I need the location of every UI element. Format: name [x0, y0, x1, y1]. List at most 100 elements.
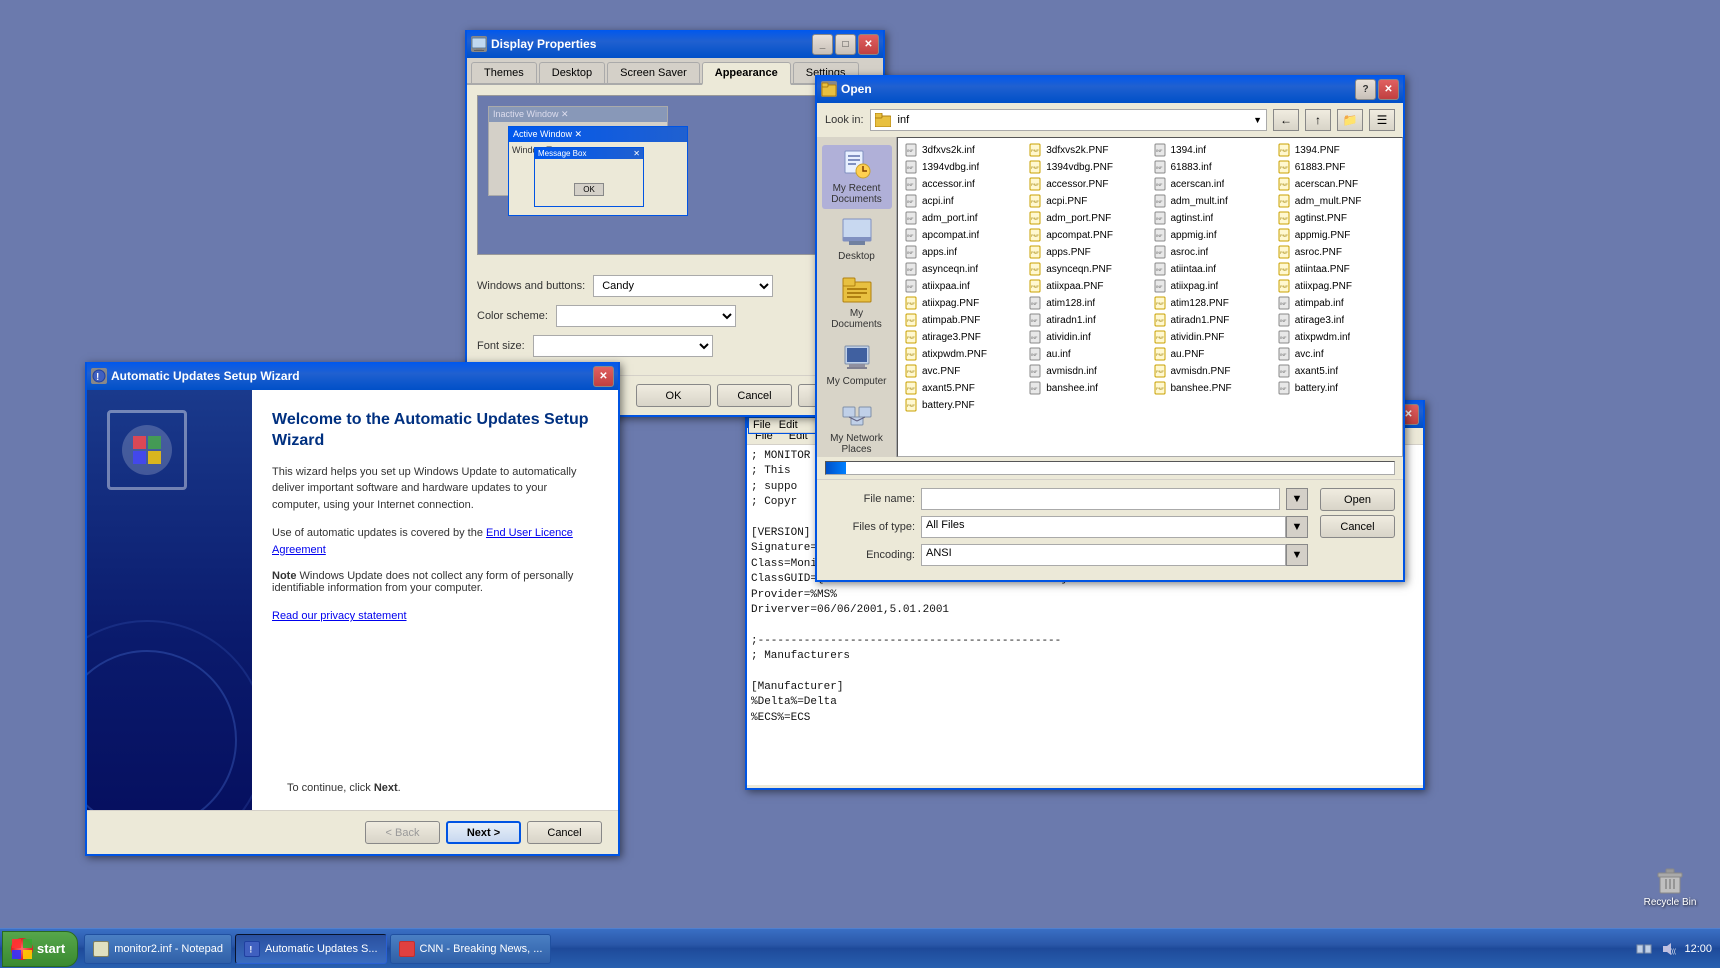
file-item[interactable]: INF battery.inf [1275, 380, 1398, 396]
file-item[interactable]: PNF axant5.PNF [902, 380, 1025, 396]
sidebar-computer[interactable]: My Computer [822, 338, 892, 391]
sidebar-documents[interactable]: My Documents [822, 270, 892, 334]
file-item[interactable]: PNF acpi.PNF [1026, 193, 1149, 209]
file-item[interactable]: PNF atiixpaa.PNF [1026, 278, 1149, 294]
file-item[interactable]: INF atirage3.inf [1275, 312, 1398, 328]
file-item[interactable]: PNF apps.PNF [1026, 244, 1149, 260]
file-item[interactable]: PNF 1394.PNF [1275, 142, 1398, 158]
sidebar-recent[interactable]: My Recent Documents [822, 145, 892, 209]
open-dialog-help[interactable]: ? [1355, 79, 1376, 100]
file-item[interactable]: INF 1394vdbg.inf [902, 159, 1025, 175]
open-button[interactable]: Open [1320, 488, 1395, 511]
encoding-dropdown[interactable]: ▼ [1286, 544, 1308, 566]
file-item[interactable]: PNF atiixpag.PNF [1275, 278, 1398, 294]
sidebar-network[interactable]: My Network Places [822, 395, 892, 459]
file-item[interactable]: INF atividin.inf [1026, 329, 1149, 345]
file-item[interactable]: INF adm_port.inf [902, 210, 1025, 226]
look-in-select[interactable]: inf ▼ [870, 109, 1267, 131]
file-item[interactable]: INF adm_mult.inf [1151, 193, 1274, 209]
wizard-back-button[interactable]: < Back [365, 821, 440, 844]
file-item[interactable]: PNF accessor.PNF [1026, 176, 1149, 192]
tab-desktop[interactable]: Desktop [539, 62, 605, 83]
file-item[interactable]: PNF au.PNF [1151, 346, 1274, 362]
file-item[interactable]: INF acerscan.inf [1151, 176, 1274, 192]
wizard-next-button[interactable]: Next > [446, 821, 521, 844]
file-item[interactable]: PNF atiradn1.PNF [1151, 312, 1274, 328]
files-of-type-dropdown[interactable]: ▼ [1286, 516, 1308, 538]
file-item[interactable]: INF atim128.inf [1026, 295, 1149, 311]
file-item[interactable]: PNF adm_mult.PNF [1275, 193, 1398, 209]
file-item[interactable]: INF atiixpaa.inf [902, 278, 1025, 294]
display-props-ok[interactable]: OK [636, 384, 711, 407]
file-item[interactable]: INF appmig.inf [1151, 227, 1274, 243]
file-item[interactable]: INF 3dfxvs2k.inf [902, 142, 1025, 158]
file-item[interactable]: INF atiixpag.inf [1151, 278, 1274, 294]
file-item[interactable]: PNF battery.PNF [902, 397, 1025, 413]
file-item[interactable]: PNF acerscan.PNF [1275, 176, 1398, 192]
display-props-close[interactable]: ✕ [858, 34, 879, 55]
file-item[interactable]: INF au.inf [1026, 346, 1149, 362]
tab-appearance[interactable]: Appearance [702, 62, 791, 85]
display-props-cancel[interactable]: Cancel [717, 384, 792, 407]
file-item[interactable]: PNF atividin.PNF [1151, 329, 1274, 345]
file-item[interactable]: PNF avmisdn.PNF [1151, 363, 1274, 379]
file-item[interactable]: PNF 3dfxvs2k.PNF [1026, 142, 1149, 158]
display-props-title-bar[interactable]: Display Properties _ □ ✕ [467, 30, 883, 58]
display-props-minimize[interactable]: _ [812, 34, 833, 55]
open-dialog-cancel[interactable]: Cancel [1320, 515, 1395, 538]
sidebar-desktop[interactable]: Desktop [822, 213, 892, 266]
file-name-input[interactable] [921, 488, 1280, 510]
back-button[interactable]: ← [1273, 109, 1299, 131]
file-item[interactable]: PNF apcompat.PNF [1026, 227, 1149, 243]
file-item[interactable]: INF avc.inf [1275, 346, 1398, 362]
windows-buttons-select[interactable]: Candy [593, 275, 773, 297]
file-item[interactable]: PNF atimpab.PNF [902, 312, 1025, 328]
file-item[interactable]: INF atiradn1.inf [1026, 312, 1149, 328]
file-item[interactable]: PNF 1394vdbg.PNF [1026, 159, 1149, 175]
file-item[interactable]: PNF atirage3.PNF [902, 329, 1025, 345]
file-item[interactable]: INF acpi.inf [902, 193, 1025, 209]
file-item[interactable]: PNF atiixpag.PNF [902, 295, 1025, 311]
file-item[interactable]: PNF asynceqn.PNF [1026, 261, 1149, 277]
monitor-mini-file[interactable]: File [749, 418, 775, 432]
file-name-dropdown[interactable]: ▼ [1286, 488, 1308, 510]
file-item[interactable]: INF atixpwdm.inf [1275, 329, 1398, 345]
start-button[interactable]: start [2, 931, 78, 967]
wizard-privacy-link[interactable]: Read our privacy statement [272, 610, 407, 622]
file-item[interactable]: INF banshee.inf [1026, 380, 1149, 396]
tab-themes[interactable]: Themes [471, 62, 537, 83]
file-item[interactable]: PNF banshee.PNF [1151, 380, 1274, 396]
file-item[interactable]: PNF adm_port.PNF [1026, 210, 1149, 226]
file-item[interactable]: INF atimpab.inf [1275, 295, 1398, 311]
display-props-maximize[interactable]: □ [835, 34, 856, 55]
taskbar-notepad[interactable]: monitor2.inf - Notepad [84, 934, 232, 964]
wizard-title-bar[interactable]: ! Automatic Updates Setup Wizard ✕ [87, 362, 618, 390]
monitor-mini-edit[interactable]: Edit [775, 418, 802, 432]
file-item[interactable]: PNF agtinst.PNF [1275, 210, 1398, 226]
view-button[interactable]: ☰ [1369, 109, 1395, 131]
file-item[interactable]: INF asynceqn.inf [902, 261, 1025, 277]
file-item[interactable]: INF asroc.inf [1151, 244, 1274, 260]
new-folder-button[interactable]: 📁 [1337, 109, 1363, 131]
file-item[interactable]: PNF asroc.PNF [1275, 244, 1398, 260]
open-dialog-title-bar[interactable]: Open ? ✕ [817, 75, 1403, 103]
file-item[interactable]: PNF atiintaa.PNF [1275, 261, 1398, 277]
file-item[interactable]: INF 1394.inf [1151, 142, 1274, 158]
wizard-cancel-button[interactable]: Cancel [527, 821, 602, 844]
file-item[interactable]: INF axant5.inf [1275, 363, 1398, 379]
up-button[interactable]: ↑ [1305, 109, 1331, 131]
file-item[interactable]: PNF avc.PNF [902, 363, 1025, 379]
taskbar-cnn[interactable]: CNN - Breaking News, ... [390, 934, 552, 964]
file-item[interactable]: PNF 61883.PNF [1275, 159, 1398, 175]
file-item[interactable]: INF 61883.inf [1151, 159, 1274, 175]
file-item[interactable]: INF atiintaa.inf [1151, 261, 1274, 277]
file-item[interactable]: INF apcompat.inf [902, 227, 1025, 243]
file-item[interactable]: INF accessor.inf [902, 176, 1025, 192]
file-item[interactable]: INF avmisdn.inf [1026, 363, 1149, 379]
file-item[interactable]: PNF atixpwdm.PNF [902, 346, 1025, 362]
file-item[interactable]: PNF atim128.PNF [1151, 295, 1274, 311]
color-scheme-select[interactable] [556, 305, 736, 327]
open-dialog-close[interactable]: ✕ [1378, 79, 1399, 100]
tab-screensaver[interactable]: Screen Saver [607, 62, 700, 83]
file-item[interactable]: PNF appmig.PNF [1275, 227, 1398, 243]
